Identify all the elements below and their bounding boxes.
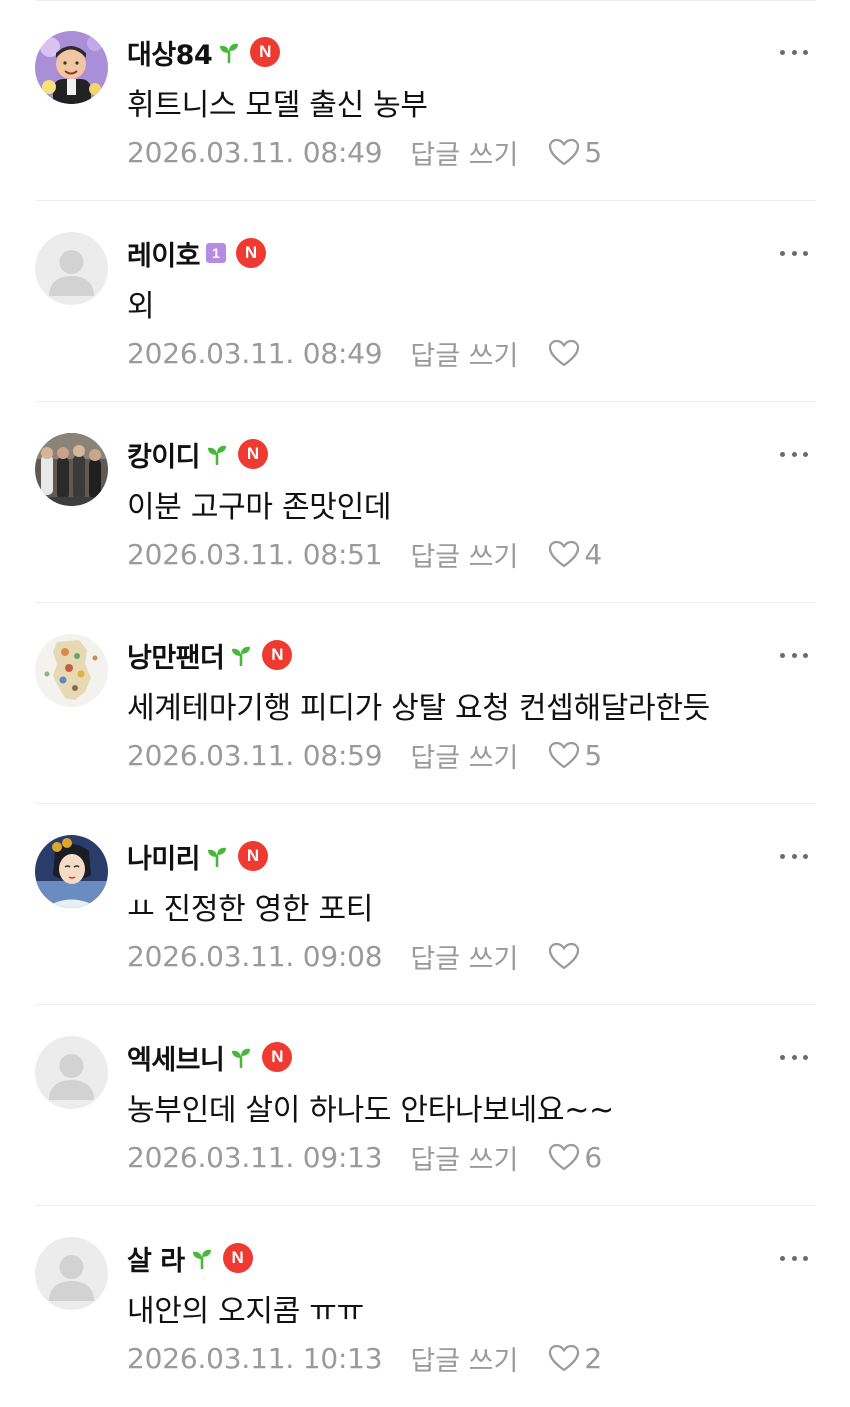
comment-content: 이분 고구마 존맛인데 xyxy=(127,490,392,525)
author-row: 낭만팬더 N xyxy=(127,635,293,675)
like-button[interactable]: 5 xyxy=(548,739,602,772)
author-row: 대상84 N xyxy=(127,32,281,72)
heart-icon xyxy=(549,339,580,367)
author-nickname[interactable]: 대상84 xyxy=(127,33,213,72)
comment-meta: 2026.03.11. 09:08 답글 쓰기 xyxy=(127,934,584,978)
author-nickname[interactable]: 캉이디 xyxy=(127,435,201,474)
more-options-icon[interactable] xyxy=(780,446,808,462)
heart-icon xyxy=(549,741,580,769)
comment-item: 캉이디 N 이분 고구마 존맛인데 2026.03.11. 08:51 답글 쓰… xyxy=(0,402,850,603)
n-badge-icon: N xyxy=(236,238,267,268)
like-button[interactable]: 6 xyxy=(548,1141,602,1174)
avatar[interactable] xyxy=(35,835,108,908)
comment-meta: 2026.03.11. 08:49 답글 쓰기 5 xyxy=(127,130,602,174)
reply-button[interactable]: 답글 쓰기 xyxy=(410,1339,518,1378)
heart-icon xyxy=(549,540,580,568)
reply-button[interactable]: 답글 쓰기 xyxy=(410,334,518,373)
comment-timestamp: 2026.03.11. 08:59 xyxy=(127,738,383,772)
avatar[interactable] xyxy=(35,1036,108,1109)
like-button[interactable]: 2 xyxy=(548,1342,602,1375)
comment-content: 농부인데 살이 하나도 안타나보네요~~ xyxy=(127,1093,614,1128)
like-count: 4 xyxy=(584,537,603,571)
heart-icon xyxy=(549,942,580,970)
comment-item: 대상84 N 휘트니스 모델 출신 농부 2026.03.11. 08:49 답… xyxy=(0,0,850,201)
more-options-icon[interactable] xyxy=(780,1049,808,1065)
comment-content: 세계테마기행 피디가 상탈 요청 컨셉해달라한듯 xyxy=(127,691,710,726)
comment-content: 내안의 오지콤 ㅠㅠ xyxy=(127,1294,364,1329)
sprout-icon xyxy=(206,845,228,867)
author-nickname[interactable]: 살 라 xyxy=(127,1239,185,1278)
reply-button[interactable]: 답글 쓰기 xyxy=(410,1138,518,1177)
comment-timestamp: 2026.03.11. 09:13 xyxy=(127,1140,383,1174)
author-nickname[interactable]: 나미리 xyxy=(127,837,201,876)
more-options-icon[interactable] xyxy=(780,44,808,60)
level-1-icon: 1 xyxy=(206,243,227,263)
comment-meta: 2026.03.11. 08:59 답글 쓰기 5 xyxy=(127,733,602,777)
author-nickname[interactable]: 엑세브니 xyxy=(127,1038,225,1077)
author-row: 엑세브니 N xyxy=(127,1037,293,1077)
author-row: 살 라 N xyxy=(127,1238,253,1278)
more-options-icon[interactable] xyxy=(780,647,808,663)
comment-content: 외 xyxy=(127,289,155,324)
comment-item: 나미리 N ㅛ 진정한 영한 포티 2026.03.11. 09:08 답글 쓰… xyxy=(0,804,850,1005)
more-options-icon[interactable] xyxy=(780,245,808,261)
like-button[interactable] xyxy=(548,942,584,970)
author-nickname[interactable]: 레이호 xyxy=(127,234,201,273)
reply-button[interactable]: 답글 쓰기 xyxy=(410,736,518,775)
sprout-icon xyxy=(230,1046,252,1068)
reply-button[interactable]: 답글 쓰기 xyxy=(410,535,518,574)
sprout-icon xyxy=(206,443,228,465)
heart-icon xyxy=(549,1143,580,1171)
n-badge-icon: N xyxy=(238,439,269,469)
like-button[interactable]: 4 xyxy=(548,538,602,571)
comment-content: ㅛ 진정한 영한 포티 xyxy=(127,892,374,927)
comment-timestamp: 2026.03.11. 08:49 xyxy=(127,336,383,370)
like-count: 2 xyxy=(584,1341,603,1375)
avatar[interactable] xyxy=(35,31,108,104)
author-row: 레이호 1 N xyxy=(127,233,267,273)
more-options-icon[interactable] xyxy=(780,848,808,864)
reply-button[interactable]: 답글 쓰기 xyxy=(410,133,518,172)
comment-item: 살 라 N 내안의 오지콤 ㅠㅠ 2026.03.11. 10:13 답글 쓰기… xyxy=(0,1206,850,1407)
comment-meta: 2026.03.11. 08:49 답글 쓰기 xyxy=(127,331,584,375)
sprout-icon xyxy=(191,1247,213,1269)
comment-timestamp: 2026.03.11. 09:08 xyxy=(127,939,383,973)
sprout-icon xyxy=(218,41,240,63)
like-count: 5 xyxy=(584,738,603,772)
comment-item: 낭만팬더 N 세계테마기행 피디가 상탈 요청 컨셉해달라한듯 2026.03.… xyxy=(0,603,850,804)
like-count: 6 xyxy=(584,1140,603,1174)
comment-timestamp: 2026.03.11. 08:49 xyxy=(127,135,383,169)
comment-timestamp: 2026.03.11. 08:51 xyxy=(127,537,383,571)
heart-icon xyxy=(549,138,580,166)
n-badge-icon: N xyxy=(262,640,293,670)
like-button[interactable] xyxy=(548,339,584,367)
comment-meta: 2026.03.11. 09:13 답글 쓰기 6 xyxy=(127,1135,602,1179)
heart-icon xyxy=(549,1344,580,1372)
avatar[interactable] xyxy=(35,1237,108,1310)
like-button[interactable]: 5 xyxy=(548,136,602,169)
avatar[interactable] xyxy=(35,232,108,305)
avatar[interactable] xyxy=(35,433,108,506)
author-nickname[interactable]: 낭만팬더 xyxy=(127,636,225,675)
n-badge-icon: N xyxy=(238,841,269,871)
comment-content: 휘트니스 모델 출신 농부 xyxy=(127,88,428,123)
comment-meta: 2026.03.11. 08:51 답글 쓰기 4 xyxy=(127,532,602,576)
comment-meta: 2026.03.11. 10:13 답글 쓰기 2 xyxy=(127,1336,602,1380)
n-badge-icon: N xyxy=(262,1042,293,1072)
comment-timestamp: 2026.03.11. 10:13 xyxy=(127,1341,383,1375)
n-badge-icon: N xyxy=(250,37,281,67)
author-row: 캉이디 N xyxy=(127,434,269,474)
author-row: 나미리 N xyxy=(127,836,269,876)
comment-item: 레이호 1 N 외 2026.03.11. 08:49 답글 쓰기 xyxy=(0,201,850,402)
like-count: 5 xyxy=(584,135,603,169)
sprout-icon xyxy=(230,644,252,666)
n-badge-icon: N xyxy=(222,1243,253,1273)
reply-button[interactable]: 답글 쓰기 xyxy=(410,937,518,976)
comment-item: 엑세브니 N 농부인데 살이 하나도 안타나보네요~~ 2026.03.11. … xyxy=(0,1005,850,1206)
avatar[interactable] xyxy=(35,634,108,707)
more-options-icon[interactable] xyxy=(780,1250,808,1266)
